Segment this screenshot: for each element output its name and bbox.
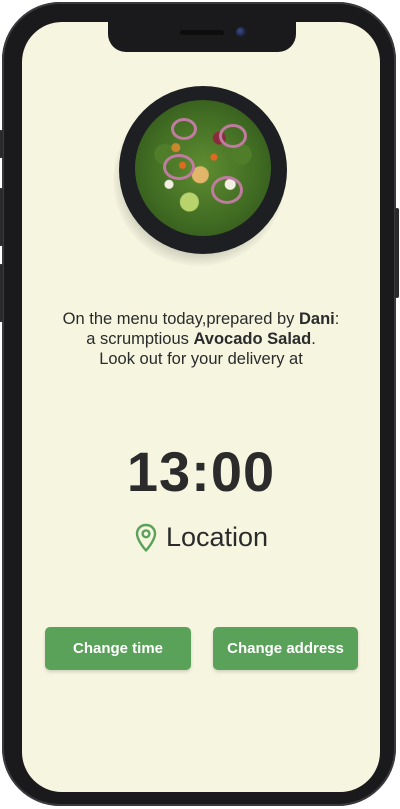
- plate: [119, 86, 287, 254]
- volume-down-button: [0, 264, 3, 322]
- delivery-time: 13:00: [126, 440, 276, 503]
- location-row: Location: [22, 522, 380, 553]
- volume-up-button: [0, 188, 3, 246]
- salad-plate-image: [113, 86, 287, 266]
- message-line-1: On the menu today,prepared by Dani:: [62, 310, 340, 328]
- onion-ring: [171, 118, 197, 140]
- map-pin-icon: [135, 523, 157, 552]
- front-camera-icon: [236, 27, 246, 37]
- delivery-message: On the menu today,prepared by Dani: a sc…: [22, 309, 380, 369]
- change-time-button[interactable]: Change time: [45, 627, 191, 670]
- speaker-grille: [180, 30, 224, 35]
- change-address-button[interactable]: Change address: [213, 627, 358, 670]
- location-label[interactable]: Location: [166, 522, 268, 553]
- app-screen: On the menu today,prepared by Dani: a sc…: [22, 22, 380, 792]
- onion-ring: [163, 154, 195, 180]
- message-line-2: a scrumptious Avocado Salad.: [86, 330, 316, 348]
- dish-name: Avocado Salad: [193, 330, 312, 348]
- message-line-3: Look out for your delivery at: [99, 350, 303, 368]
- chef-name: Dani: [298, 310, 335, 328]
- salad: [135, 100, 271, 236]
- onion-ring: [211, 176, 243, 204]
- silent-switch: [0, 130, 3, 158]
- phone-frame: On the menu today,prepared by Dani: a sc…: [0, 2, 399, 806]
- notch: [108, 22, 296, 52]
- power-button: [395, 208, 399, 298]
- onion-ring: [219, 124, 247, 148]
